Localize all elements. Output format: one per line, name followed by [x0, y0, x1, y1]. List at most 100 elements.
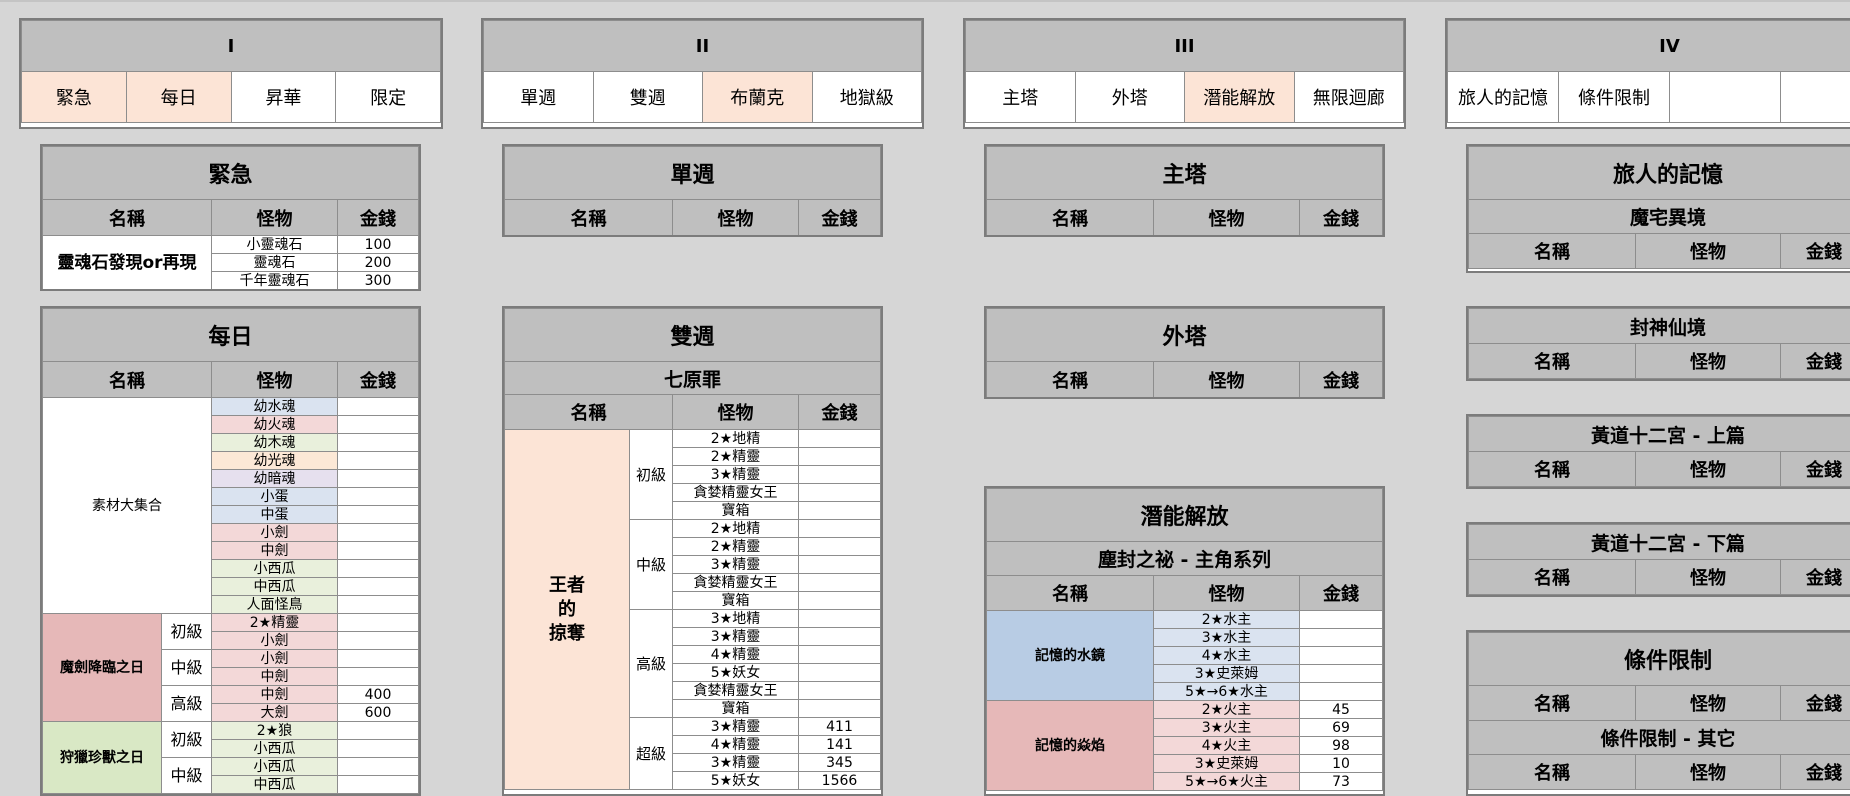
event-name: 王者 的 掠奪: [505, 430, 630, 790]
nav-tab-outer-tower[interactable]: 外塔: [1075, 72, 1185, 123]
traveler-subtable: 黃道十二宮 - 上篇 名稱 怪物 金錢: [1466, 414, 1850, 489]
money-cell: 1566: [799, 772, 881, 790]
col-header-monster: 怪物: [1154, 362, 1300, 398]
monster-cell: 2★精靈: [673, 538, 799, 556]
monster-cell: 小蛋: [212, 488, 338, 506]
top-border: [0, 0, 1850, 2]
monster-cell: 中劍: [212, 668, 338, 686]
money-cell: [799, 610, 881, 628]
nav-tab-ascension[interactable]: 昇華: [231, 72, 336, 123]
level-label: 中級: [162, 758, 212, 794]
monster-cell: 幼水魂: [212, 398, 338, 416]
col-header-monster: 怪物: [1154, 576, 1300, 611]
urgent-table: 緊急 名稱 怪物 金錢 靈魂石發現or再現 小靈魂石 100 靈魂石200 千年…: [40, 144, 421, 291]
table-subtitle: 魔宅異境: [1469, 200, 1850, 234]
money-cell: [1300, 629, 1383, 647]
nav-tab-main-tower[interactable]: 主塔: [966, 72, 1076, 123]
nav-tab-weekly[interactable]: 單週: [484, 72, 594, 123]
table-subtitle: 條件限制 - 其它: [1469, 721, 1850, 755]
col-header-money: 金錢: [1300, 576, 1383, 611]
money-cell: [799, 484, 881, 502]
col-header-money: 金錢: [1781, 686, 1850, 721]
monster-cell: 貪婪精靈女王: [673, 682, 799, 700]
money-cell: [338, 452, 419, 470]
money-cell: [338, 542, 419, 560]
table-title: 條件限制: [1469, 633, 1850, 686]
level-label: 超級: [630, 718, 673, 790]
money-cell: [1300, 683, 1383, 701]
monster-cell: 3★精靈: [673, 718, 799, 736]
monster-cell: 小劍: [212, 632, 338, 650]
nav-tab-daily[interactable]: 每日: [126, 72, 231, 123]
nav-tab-condition[interactable]: 條件限制: [1559, 72, 1670, 123]
table-subtitle: 塵封之祕 - 主角系列: [987, 542, 1383, 576]
nav-tab-traveler[interactable]: 旅人的記憶: [1448, 72, 1559, 123]
nav-tab-infinite-corridor[interactable]: 無限迴廊: [1294, 72, 1404, 123]
nav-tab-hell[interactable]: 地獄級: [812, 72, 922, 123]
monster-cell: 5★→6★火主: [1154, 773, 1300, 791]
col-header-money: 金錢: [1781, 344, 1850, 379]
money-cell: 411: [799, 718, 881, 736]
col-header-monster: 怪物: [1636, 755, 1781, 790]
col-header-money: 金錢: [1300, 200, 1383, 236]
nav-tab-potential[interactable]: 潛能解放: [1185, 72, 1295, 123]
col-header-name: 名稱: [1469, 234, 1636, 269]
money-cell: [799, 448, 881, 466]
monster-cell: 2★地精: [673, 520, 799, 538]
monster-cell: 3★精靈: [673, 628, 799, 646]
nav-tab-limited[interactable]: 限定: [336, 72, 441, 123]
table-subtitle: 黃道十二宮 - 上篇: [1469, 417, 1850, 452]
monster-cell: 貪婪精靈女王: [673, 484, 799, 502]
col-header-money: 金錢: [338, 362, 419, 398]
monster-cell: 貪婪精靈女王: [673, 574, 799, 592]
nav-tab-blanc[interactable]: 布蘭克: [703, 72, 813, 123]
col-header-money: 金錢: [1781, 755, 1850, 790]
level-label: 初級: [630, 430, 673, 520]
col-header-name: 名稱: [1469, 755, 1636, 790]
nav-tab-empty[interactable]: [1670, 72, 1781, 123]
monster-cell: 中劍: [212, 686, 338, 704]
col-header-name: 名稱: [1469, 686, 1636, 721]
monster-cell: 寶箱: [673, 502, 799, 520]
monster-cell: 小西瓜: [212, 740, 338, 758]
event-name: 記憶的水鏡: [987, 611, 1154, 701]
traveler-table: 旅人的記憶 魔宅異境 名稱 怪物 金錢: [1466, 144, 1850, 273]
money-cell: 98: [1300, 737, 1383, 755]
monster-cell: 5★→6★水主: [1154, 683, 1300, 701]
nav-tab-empty[interactable]: [1781, 72, 1850, 123]
money-cell: 100: [338, 236, 419, 254]
potential-table: 潛能解放 塵封之祕 - 主角系列 名稱 怪物 金錢 記憶的水鏡 2★水主 3★水…: [984, 486, 1385, 796]
table-title: 潛能解放: [987, 489, 1383, 542]
monster-cell: 小劍: [212, 524, 338, 542]
monster-cell: 靈魂石: [212, 254, 338, 272]
col-header-monster: 怪物: [673, 200, 799, 236]
nav-section-1: I 緊急 每日 昇華 限定: [19, 18, 443, 129]
monster-cell: 小西瓜: [212, 758, 338, 776]
table-title: 主塔: [987, 147, 1383, 200]
monster-cell: 2★地精: [673, 430, 799, 448]
money-cell: 600: [338, 704, 419, 722]
condition-table: 條件限制 名稱 怪物 金錢 條件限制 - 其它 名稱 怪物 金錢: [1466, 630, 1850, 796]
table-title: 雙週: [505, 309, 881, 362]
table-title: 旅人的記憶: [1469, 147, 1850, 200]
col-header-monster: 怪物: [212, 362, 338, 398]
nav-tab-biweekly[interactable]: 雙週: [593, 72, 703, 123]
money-cell: [799, 628, 881, 646]
money-cell: [338, 398, 419, 416]
col-header-monster: 怪物: [1154, 200, 1300, 236]
nav-tab-urgent[interactable]: 緊急: [22, 72, 127, 123]
money-cell: [338, 560, 419, 578]
table-title: 緊急: [43, 147, 419, 200]
nav-section-title: IV: [1448, 21, 1850, 72]
money-cell: [799, 538, 881, 556]
biweekly-table: 雙週 七原罪 名稱 怪物 金錢 王者 的 掠奪 初級 2★地精 2★精靈 3★精…: [502, 306, 883, 796]
col-header-monster: 怪物: [1636, 686, 1781, 721]
monster-cell: 5★妖女: [673, 772, 799, 790]
money-cell: 45: [1300, 701, 1383, 719]
money-cell: [338, 596, 419, 614]
table-title: 每日: [43, 309, 419, 362]
col-header-monster: 怪物: [1636, 234, 1781, 269]
money-cell: 141: [799, 736, 881, 754]
money-cell: [338, 578, 419, 596]
traveler-subtable: 封神仙境 名稱 怪物 金錢: [1466, 306, 1850, 381]
